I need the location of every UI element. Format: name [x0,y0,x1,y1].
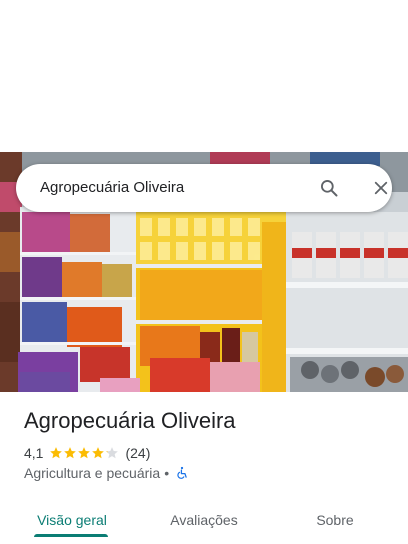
star-icon [92,447,105,459]
tab-about[interactable]: Sobre [290,496,380,544]
review-count[interactable]: (24) [125,445,150,461]
place-title: Agropecuária Oliveira [24,408,236,433]
category-row: Agricultura e pecuária • [24,464,189,482]
search-bar[interactable]: Agropecuária Oliveira [16,164,392,212]
star-icon [50,447,63,459]
star-icon [106,447,119,459]
close-icon [374,181,388,195]
rating-value: 4,1 [24,445,44,461]
close-button[interactable] [366,174,396,202]
separator-dot: • [164,465,170,481]
search-button[interactable] [314,174,344,202]
tab-reviews[interactable]: Avaliações [152,496,256,544]
search-icon [321,180,338,197]
place-category: Agricultura e pecuária [24,465,161,481]
star-icon [78,447,91,459]
wheelchair-icon [177,466,187,479]
search-input[interactable]: Agropecuária Oliveira [40,179,184,196]
star-icon [64,447,77,459]
rating-row[interactable]: 4,1 (24) [24,444,150,462]
map-blank-area [0,0,408,152]
tab-selected-indicator [34,534,108,537]
rating-stars [49,446,119,460]
